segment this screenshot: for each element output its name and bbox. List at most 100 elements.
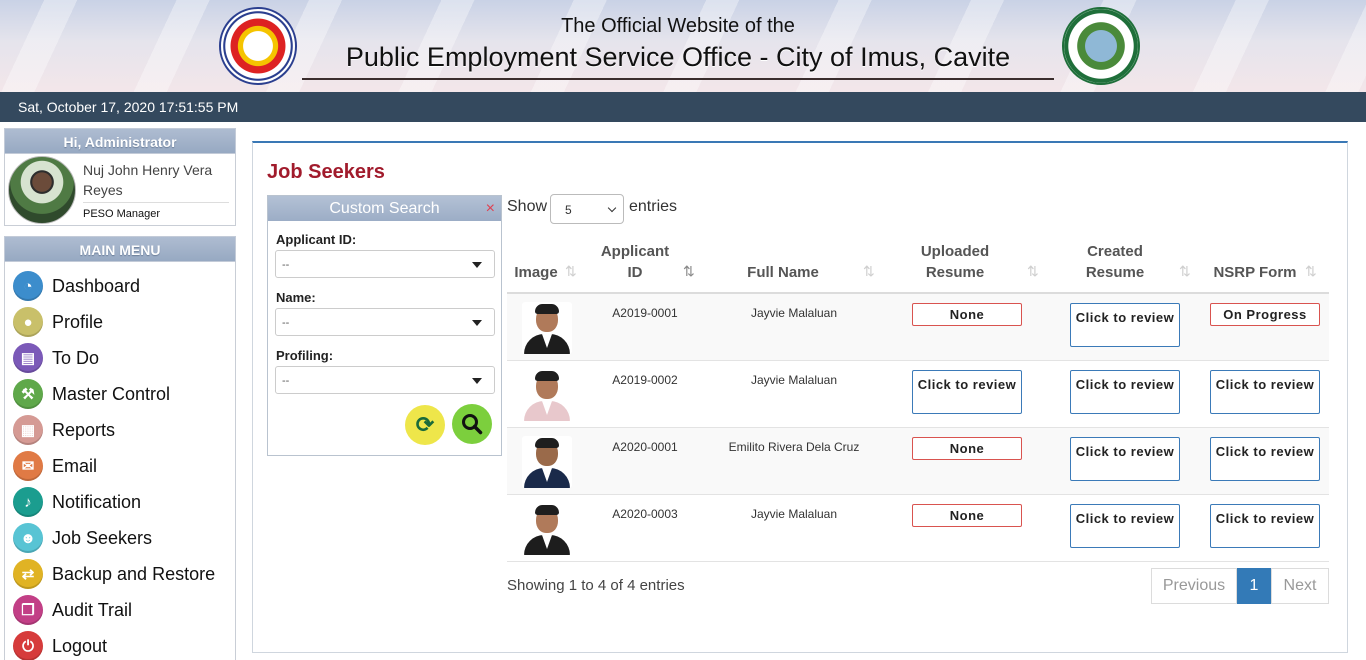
sidebar-item-todo[interactable]: ▤ To Do — [5, 340, 235, 376]
column-header-image[interactable]: Image — [511, 262, 561, 283]
nsrp-form-button[interactable]: Click to review — [1210, 370, 1320, 414]
sidebar-item-label: Backup and Restore — [52, 563, 216, 584]
site-subtitle: The Official Website of the — [561, 15, 795, 37]
search-icon — [462, 414, 483, 435]
sort-icon[interactable]: ⇅ — [1305, 263, 1317, 280]
previous-page-button[interactable]: Previous — [1151, 568, 1237, 604]
wrench-icon: ⚒ — [13, 379, 43, 409]
page-1-button[interactable]: 1 — [1237, 568, 1271, 604]
applicant-photo — [522, 503, 572, 555]
refresh-button[interactable]: ⟳ — [405, 405, 445, 445]
search-button[interactable] — [452, 404, 492, 444]
applicant-id-value: -- — [282, 259, 290, 271]
custom-search-header: Custom Search × — [268, 196, 501, 221]
column-header-label: Image — [514, 264, 558, 281]
column-header-label: Applicant — [600, 243, 670, 260]
sidebar-item-backup-restore[interactable]: ⇄ Backup and Restore — [5, 556, 235, 592]
sidebar-item-label: To Do — [52, 347, 100, 368]
full-name-cell: Jayvie Malaluan — [750, 507, 838, 521]
page-title: Job Seekers — [267, 161, 385, 183]
sidebar-item-master-control[interactable]: ⚒ Master Control — [5, 376, 235, 412]
created-resume-button[interactable]: Click to review — [1070, 370, 1180, 414]
column-header-full-name[interactable]: Full Name — [723, 262, 843, 283]
city-seal-logo — [1062, 7, 1140, 85]
caret-down-icon — [472, 378, 482, 384]
sidebar-item-job-seekers[interactable]: ☻ Job Seekers — [5, 520, 235, 556]
nsrp-form-button[interactable]: Click to review — [1210, 437, 1320, 481]
user-icon: ● — [13, 307, 43, 337]
column-header-applicant-id[interactable]: Applicant ID — [591, 241, 679, 283]
site-header: The Official Website of the Public Emplo… — [0, 0, 1366, 92]
sidebar-item-label: Profile — [52, 311, 104, 332]
next-page-button[interactable]: Next — [1271, 568, 1329, 604]
entries-value: 5 — [565, 203, 572, 217]
sidebar-item-label: Dashboard — [52, 275, 141, 296]
sidebar-item-label: Audit Trail — [52, 599, 133, 620]
sidebar-item-notification[interactable]: ♪ Notification — [5, 484, 235, 520]
name-select[interactable]: -- — [275, 308, 495, 336]
custom-search-title: Custom Search — [329, 200, 440, 217]
refresh-icon: ⟳ — [415, 412, 435, 437]
entries-select[interactable]: 5 — [550, 194, 624, 224]
created-resume-button[interactable]: Click to review — [1070, 303, 1180, 347]
table-icon: ▦ — [13, 415, 43, 445]
applicant-id-cell: A2020-0001 — [612, 440, 678, 454]
profiling-label: Profiling: — [276, 348, 334, 363]
nsrp-form-button[interactable]: Click to review — [1210, 504, 1320, 548]
sidebar-item-profile[interactable]: ● Profile — [5, 304, 235, 340]
uploaded-resume-button[interactable]: None — [912, 437, 1022, 460]
main-menu: ◔ Dashboard ● Profile ▤ To Do ⚒ Master C… — [4, 262, 236, 660]
custom-search-panel: Custom Search × Applicant ID: -- Name: -… — [267, 195, 502, 456]
column-header-uploaded-resume[interactable]: Uploaded Resume — [905, 241, 1005, 283]
column-header-nsrp-form[interactable]: NSRP Form — [1207, 262, 1303, 283]
sidebar-item-audit-trail[interactable]: ❐ Audit Trail — [5, 592, 235, 628]
main-menu-title: MAIN MENU — [4, 236, 236, 262]
table-row: A2020-0003 Jayvie Malaluan None Click to… — [507, 495, 1329, 562]
full-name-cell: Jayvie Malaluan — [750, 373, 838, 387]
sidebar-item-logout[interactable]: ⏻ Logout — [5, 628, 235, 660]
applicant-id-select[interactable]: -- — [275, 250, 495, 278]
caret-down-icon — [472, 320, 482, 326]
uploaded-resume-button[interactable]: None — [912, 504, 1022, 527]
applicant-photo — [522, 302, 572, 354]
applicant-photo — [522, 436, 572, 488]
show-label: Show — [507, 198, 548, 215]
table-row: A2019-0002 Jayvie Malaluan Click to revi… — [507, 361, 1329, 428]
dashboard-icon: ◔ — [13, 271, 43, 301]
copy-icon: ❐ — [13, 595, 43, 625]
profiling-select[interactable]: -- — [275, 366, 495, 394]
profiling-value: -- — [282, 375, 290, 387]
sort-icon[interactable]: ⇅ — [1027, 263, 1039, 280]
site-title: Public Employment Service Office - City … — [345, 42, 1011, 72]
sidebar-item-email[interactable]: ✉ Email — [5, 448, 235, 484]
sort-icon[interactable]: ⇅ — [565, 263, 577, 280]
column-header-label: Created — [1087, 243, 1143, 260]
full-name-cell: Jayvie Malaluan — [750, 306, 838, 320]
column-header-label: ID — [627, 264, 643, 281]
table-row: A2020-0001 Emilito Rivera Dela Cruz None… — [507, 428, 1329, 495]
users-icon: ☻ — [13, 523, 43, 553]
envelope-icon: ✉ — [13, 451, 43, 481]
sort-active-icon[interactable]: ⇅ — [683, 263, 695, 280]
full-name-cell: Emilito Rivera Dela Cruz — [728, 440, 860, 454]
caret-down-icon — [472, 262, 482, 268]
applicant-id-cell: A2019-0001 — [612, 306, 678, 320]
created-resume-button[interactable]: Click to review — [1070, 504, 1180, 548]
datetime-text: Sat, October 17, 2020 17:51:55 PM — [18, 99, 239, 115]
uploaded-resume-button[interactable]: Click to review — [912, 370, 1022, 414]
close-icon[interactable]: × — [486, 196, 495, 221]
created-resume-button[interactable]: Click to review — [1070, 437, 1180, 481]
peso-logo — [219, 7, 297, 85]
column-header-label: Resume — [925, 264, 985, 281]
sort-icon[interactable]: ⇅ — [1179, 263, 1191, 280]
column-header-created-resume[interactable]: Created Resume — [1065, 241, 1165, 283]
uploaded-resume-button[interactable]: None — [912, 303, 1022, 326]
user-role: PESO Manager — [83, 202, 229, 220]
sidebar-item-label: Logout — [52, 635, 108, 656]
column-header-label: NSRP Form — [1213, 264, 1297, 281]
sidebar-item-dashboard[interactable]: ◔ Dashboard — [5, 268, 235, 304]
sidebar-item-reports[interactable]: ▦ Reports — [5, 412, 235, 448]
nsrp-form-button[interactable]: On Progress — [1210, 303, 1320, 326]
sort-icon[interactable]: ⇅ — [863, 263, 875, 280]
user-greeting: Hi, Administrator — [4, 128, 236, 154]
